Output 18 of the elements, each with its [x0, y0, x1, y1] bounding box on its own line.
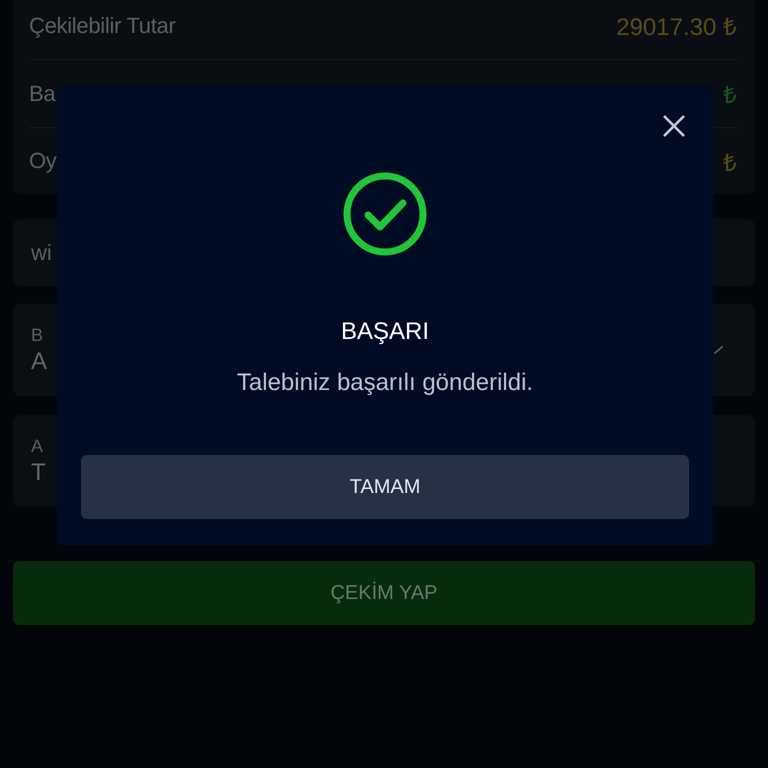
balance-label: Çekilebilir Tutar — [29, 12, 176, 38]
field-label: A — [31, 436, 44, 456]
close-icon — [662, 114, 686, 138]
field-label: B — [31, 324, 44, 346]
balance-value: ₺ — [723, 81, 737, 110]
balance-value: 29017.30 ₺ — [616, 13, 737, 42]
check-circle-icon — [343, 172, 427, 256]
balance-label: Oy — [29, 148, 57, 174]
dialog-title: BAŞARI — [340, 317, 430, 347]
dialog-message: Talebiniz başarılı gönderildi. — [236, 368, 534, 398]
field-value: T — [31, 458, 46, 486]
slash-icon — [714, 346, 723, 354]
balance-value: ₺ — [723, 148, 737, 178]
balance-label: Ba — [29, 80, 56, 106]
close-button[interactable] — [662, 114, 686, 138]
field-value: A — [31, 348, 48, 376]
ok-button[interactable]: TAMAM — [81, 455, 689, 519]
field-value: wi — [31, 240, 52, 266]
